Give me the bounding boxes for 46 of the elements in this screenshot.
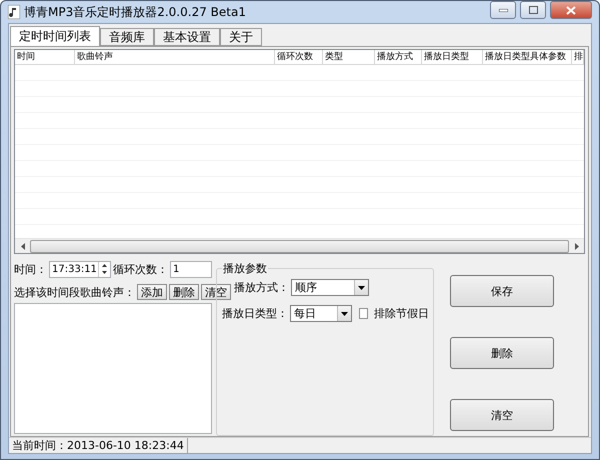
maximize-icon — [528, 6, 538, 14]
tab[interactable]: 关于 — [220, 28, 262, 46]
column-header[interactable]: 排 — [572, 50, 584, 64]
status-bar-text: 当前时间：2013-06-10 18:23:44 — [9, 438, 188, 453]
play-mode-label: 播放方式： — [234, 280, 289, 295]
spin-down-icon[interactable] — [99, 269, 110, 276]
column-header[interactable]: 歌曲铃声 — [75, 50, 275, 64]
action-button[interactable]: 删除 — [450, 337, 554, 369]
maximize-button[interactable] — [520, 1, 546, 19]
day-type-label: 播放日类型： — [222, 306, 288, 321]
time-field[interactable]: 17:33:11 — [49, 261, 111, 278]
spin-up-icon[interactable] — [99, 262, 110, 269]
music-note-icon — [8, 5, 20, 19]
action-button[interactable]: 保存 — [450, 275, 554, 307]
window-title: 博青MP3音乐定时播放器2.0.0.27 Beta1 — [24, 4, 247, 20]
day-type-dropdown[interactable]: 每日 — [290, 305, 352, 322]
column-header[interactable]: 循环次数 — [275, 50, 323, 64]
time-label: 时间： — [14, 262, 47, 277]
column-header[interactable]: 类型 — [323, 50, 375, 64]
group-title: 播放参数 — [222, 261, 268, 276]
tab[interactable]: 基本设置 — [154, 28, 220, 46]
column-header[interactable]: 播放方式 — [375, 50, 422, 64]
horizontal-scrollbar[interactable] — [15, 238, 584, 253]
tab[interactable]: 定时时间列表 — [10, 26, 100, 46]
column-header[interactable]: 时间 — [15, 50, 75, 64]
action-button[interactable]: 清空 — [450, 399, 554, 431]
scroll-right-icon[interactable] — [574, 242, 578, 250]
close-button[interactable] — [550, 1, 592, 19]
holiday-checkbox[interactable] — [358, 308, 368, 319]
loop-count-label: 循环次数： — [113, 262, 168, 277]
minimize-icon — [498, 8, 508, 12]
dropdown-arrow-icon — [358, 286, 365, 290]
minimize-button[interactable] — [490, 1, 516, 19]
close-icon — [566, 6, 576, 14]
play-mode-dropdown[interactable]: 顺序 — [291, 279, 369, 296]
dropdown-arrow-icon — [340, 312, 348, 316]
holiday-label: 排除节假日 — [374, 306, 429, 321]
song-select-label: 选择该时间段歌曲铃声： — [14, 284, 135, 300]
scroll-left-icon[interactable] — [20, 242, 24, 250]
column-header[interactable]: 播放日类型 — [422, 50, 483, 64]
tab[interactable]: 音频库 — [100, 28, 154, 46]
song-list-button[interactable]: 清空 — [201, 284, 231, 300]
song-list-button[interactable]: 添加 — [137, 284, 167, 300]
song-list-button[interactable]: 删除 — [169, 284, 199, 300]
column-header[interactable]: 播放日类型具体参数 — [483, 50, 572, 64]
loop-count-field[interactable]: 1 — [170, 261, 212, 278]
